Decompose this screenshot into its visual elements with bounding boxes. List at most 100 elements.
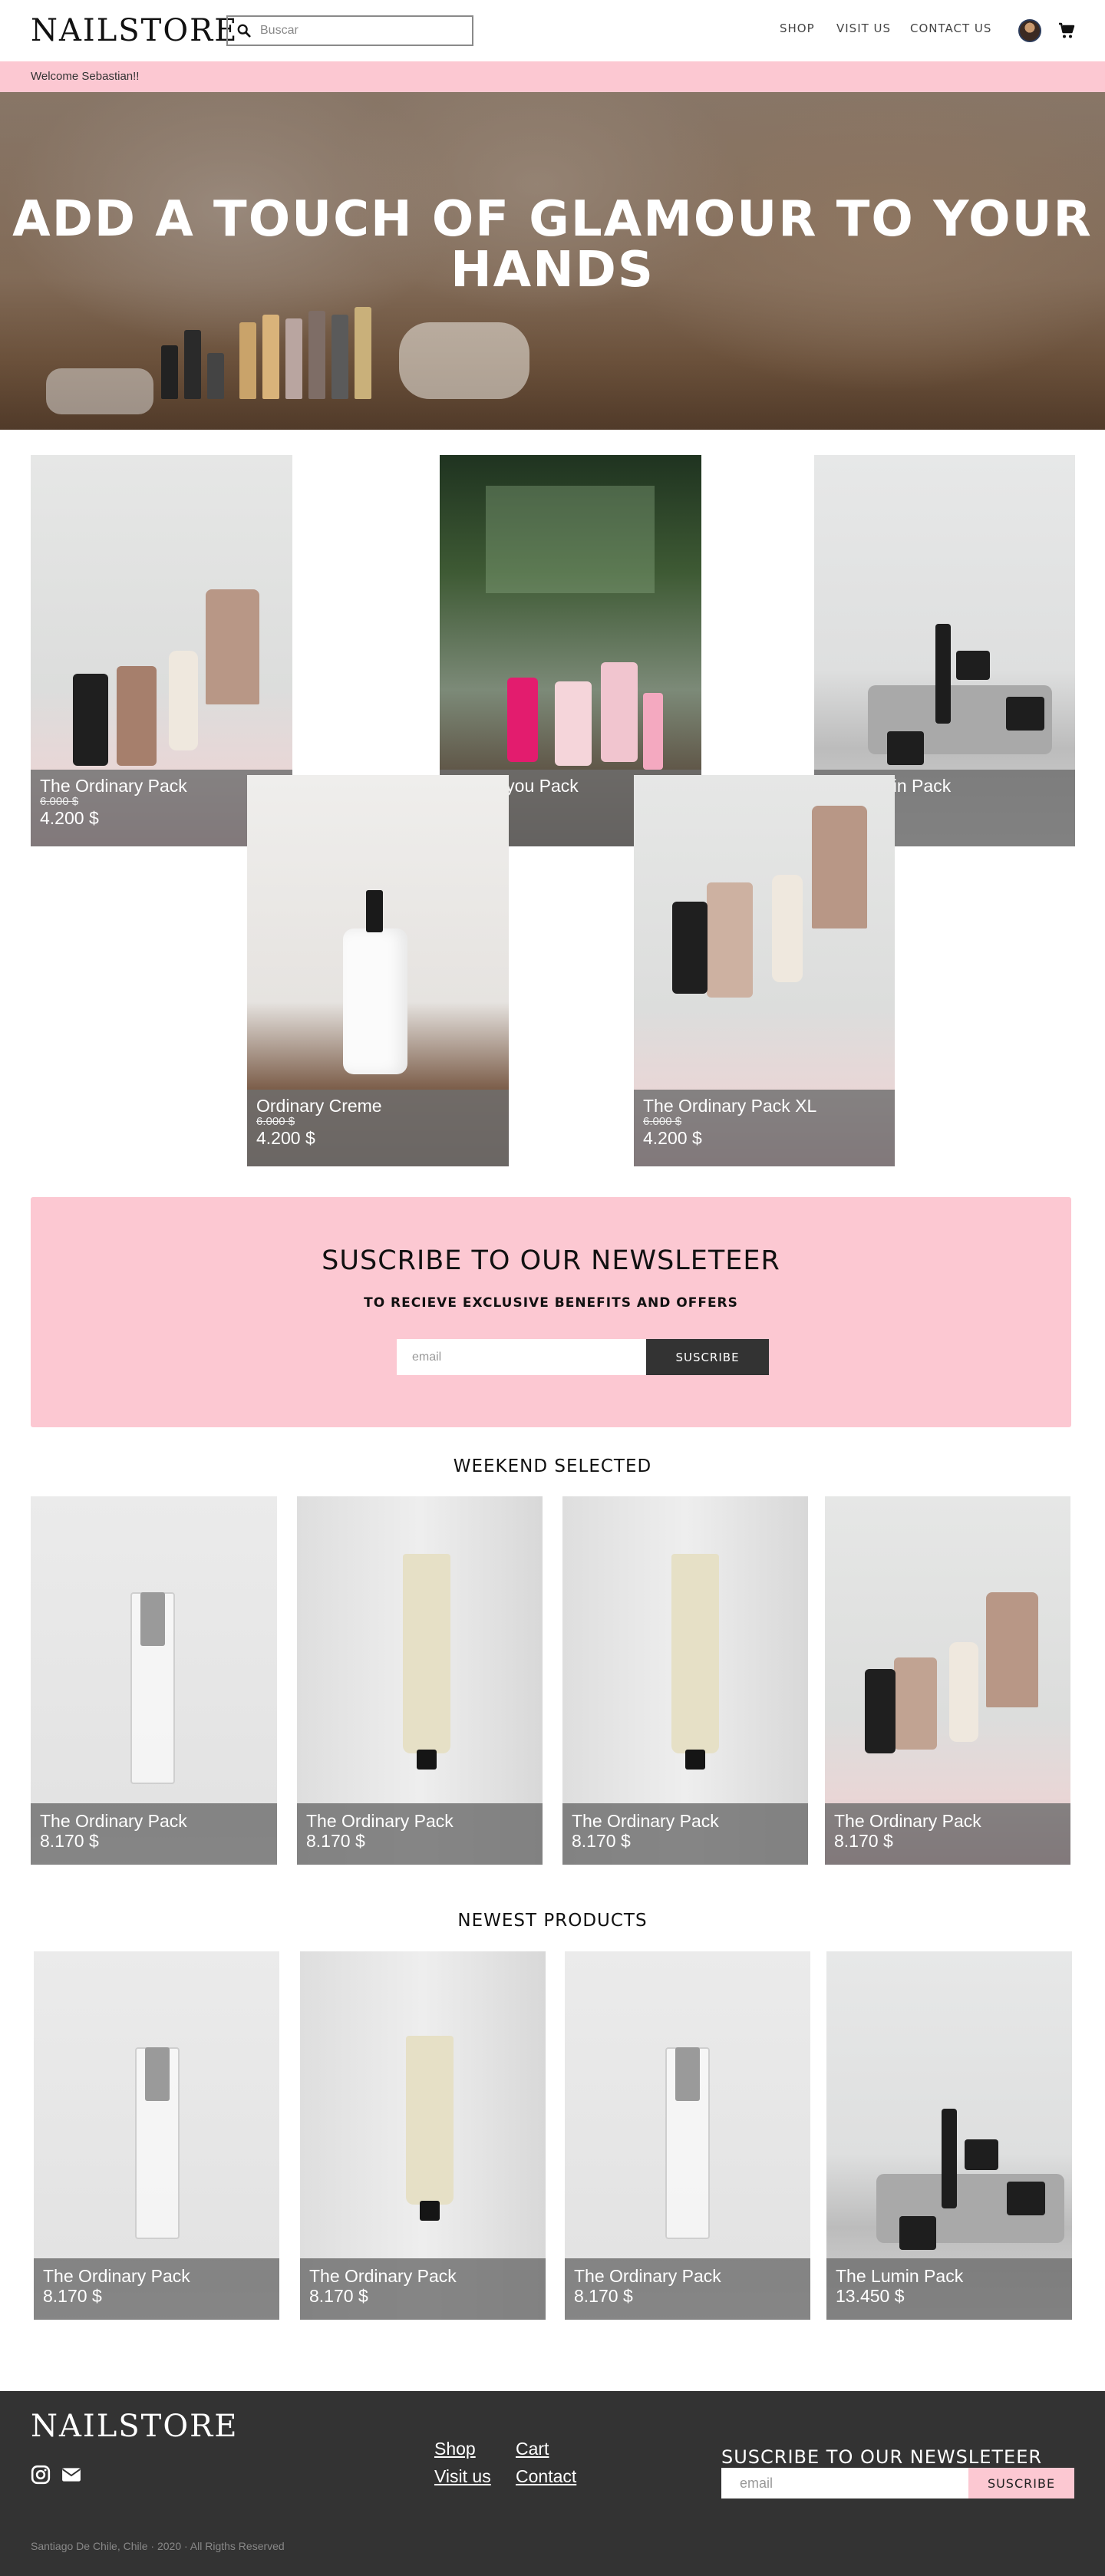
tube-cap: [417, 1750, 437, 1770]
product-info: The Ordinary Pack 8.170 $: [825, 1803, 1070, 1865]
polish-bottle: [262, 315, 279, 399]
perfume-cap: [145, 2047, 170, 2101]
product-dropper: [949, 1642, 978, 1742]
product-tube: [671, 1554, 719, 1753]
hero-banner: ADD A TOUCH OF GLAMOUR TO YOUR HANDS: [0, 92, 1105, 430]
polish-bottle: [161, 345, 178, 399]
product-price: 4.200 $: [256, 1128, 315, 1148]
newsletter-title: SUSCRIBE TO OUR NEWSLETEER: [322, 1245, 780, 1276]
product-card[interactable]: The Ordinary Pack 8.170 $: [562, 1496, 808, 1865]
product-name: The Ordinary Pack XL: [643, 1096, 817, 1116]
newsletter-section: SUSCRIBE TO OUR NEWSLETEER TO RECIEVE EX…: [31, 1197, 1071, 1427]
hero-title: ADD A TOUCH OF GLAMOUR TO YOUR HANDS: [12, 191, 1093, 298]
logo[interactable]: NAILSTORE: [31, 12, 238, 49]
product-card[interactable]: The Ordinary Pack 8.170 $: [565, 1951, 810, 2320]
product-card[interactable]: The Ordinary Pack 8.170 $: [31, 1496, 277, 1865]
product-bottle: [707, 882, 753, 998]
product-name: The Lumin Pack: [836, 2266, 964, 2286]
cotton-pad: [46, 368, 153, 414]
product-tube: [406, 2036, 454, 2205]
tube-cap: [420, 2201, 440, 2221]
product-price: 13.450 $: [836, 2286, 905, 2306]
product-card[interactable]: The Ordinary Pack 8.170 $: [825, 1496, 1070, 1865]
search-bar[interactable]: [226, 15, 473, 46]
product-info: The Ordinary Pack 8.170 $: [34, 2258, 279, 2320]
product-info: The Ordinary Pack 8.170 $: [31, 1803, 277, 1865]
footer-newsletter-title: SUSCRIBE TO OUR NEWSLETEER: [721, 2446, 1043, 2468]
product-price: 8.170 $: [309, 2286, 368, 2306]
product-name: Ordinary Creme: [256, 1096, 382, 1116]
product-jar: [887, 731, 924, 765]
product-card[interactable]: Ordinary Creme 6.000 $ 4.200 $: [247, 775, 509, 1166]
product-jar: [965, 2139, 998, 2170]
window: [486, 486, 655, 593]
nav-shop[interactable]: SHOP: [780, 21, 815, 35]
newsletter-subtitle: TO RECIEVE EXCLUSIVE BENEFITS AND OFFERS: [364, 1295, 738, 1311]
product-bottle: [117, 666, 157, 766]
product-dropper: [772, 875, 803, 982]
site-footer: NAILSTORE Shop Cart Visit us Contact SUS…: [0, 2391, 1105, 2576]
product-bottle: [672, 902, 708, 994]
perfume-cap: [675, 2047, 700, 2101]
product-tube: [601, 662, 638, 762]
product-dropper: [169, 651, 198, 750]
pump: [366, 890, 383, 932]
towel: [399, 322, 529, 399]
product-info: The Ordinary Pack 8.170 $: [300, 2258, 546, 2320]
welcome-text: Welcome Sebastian!!: [31, 70, 140, 83]
welcome-bar: Welcome Sebastian!!: [0, 61, 1105, 92]
product-jar: [899, 2216, 936, 2250]
footer-link-visit-us[interactable]: Visit us: [434, 2466, 491, 2487]
email-icon[interactable]: [61, 2465, 81, 2485]
footer-email-input[interactable]: [721, 2468, 968, 2498]
product-price: 8.170 $: [306, 1831, 365, 1851]
search-icon: [237, 24, 251, 38]
product-card[interactable]: The Ordinary Pack 8.170 $: [297, 1496, 543, 1865]
nav-visit-us[interactable]: VISIT US: [836, 21, 891, 35]
newsletter-email-input[interactable]: [397, 1339, 646, 1375]
footer-link-contact[interactable]: Contact: [516, 2466, 576, 2487]
product-jar: [1006, 697, 1044, 731]
product-pump-bottle: [343, 928, 407, 1074]
instagram-icon[interactable]: [31, 2465, 51, 2485]
product-price: 8.170 $: [834, 1831, 893, 1851]
product-name: The Ordinary Pack: [40, 1811, 187, 1831]
product-jar: [1007, 2182, 1045, 2215]
product-bottle: [865, 1669, 896, 1753]
search-input[interactable]: [260, 24, 460, 38]
product-price: 8.170 $: [43, 2286, 102, 2306]
newsletter-subscribe-button[interactable]: SUSCRIBE: [646, 1339, 769, 1375]
footer-link-cart[interactable]: Cart: [516, 2439, 549, 2459]
product-card[interactable]: The Ordinary Pack 8.170 $: [34, 1951, 279, 2320]
product-price: 8.170 $: [40, 1831, 99, 1851]
product-name: The Ordinary Pack: [309, 2266, 457, 2286]
product-name: The Ordinary Pack: [572, 1811, 719, 1831]
tube-cap: [685, 1750, 705, 1770]
product-tube: [812, 806, 867, 928]
polish-bottle: [184, 330, 201, 399]
product-price: 8.170 $: [574, 2286, 633, 2306]
polish-bottle: [239, 322, 256, 399]
product-card[interactable]: The Ordinary Pack 8.170 $: [300, 1951, 546, 2320]
cart-icon[interactable]: [1057, 21, 1076, 40]
product-tube: [206, 589, 259, 704]
product-jar: [956, 651, 990, 680]
product-info: The Ordinary Pack 8.170 $: [562, 1803, 808, 1865]
product-bottle: [507, 678, 538, 762]
product-info: The Ordinary Pack XL 6.000 $ 4.200 $: [634, 1090, 895, 1166]
nav-contact-us[interactable]: CONTACT US: [910, 21, 991, 35]
product-card[interactable]: The Ordinary Pack XL 6.000 $ 4.200 $: [634, 775, 895, 1166]
product-jar: [555, 681, 592, 766]
product-price: 8.170 $: [572, 1831, 631, 1851]
footer-subscribe-button[interactable]: SUSCRIBE: [968, 2468, 1074, 2498]
product-bottle: [942, 2109, 957, 2208]
product-info: The Lumin Pack 13.450 $: [826, 2258, 1072, 2320]
footer-link-shop[interactable]: Shop: [434, 2439, 476, 2459]
weekend-section-title: WEEKEND SELECTED: [453, 1456, 652, 1476]
product-bottle: [894, 1657, 937, 1750]
footer-logo[interactable]: NAILSTORE: [31, 2408, 238, 2445]
product-card[interactable]: The Lumin Pack 13.450 $: [826, 1951, 1072, 2320]
product-name: The Ordinary Pack: [306, 1811, 454, 1831]
avatar[interactable]: [1018, 19, 1041, 42]
polish-bottle: [308, 311, 325, 399]
